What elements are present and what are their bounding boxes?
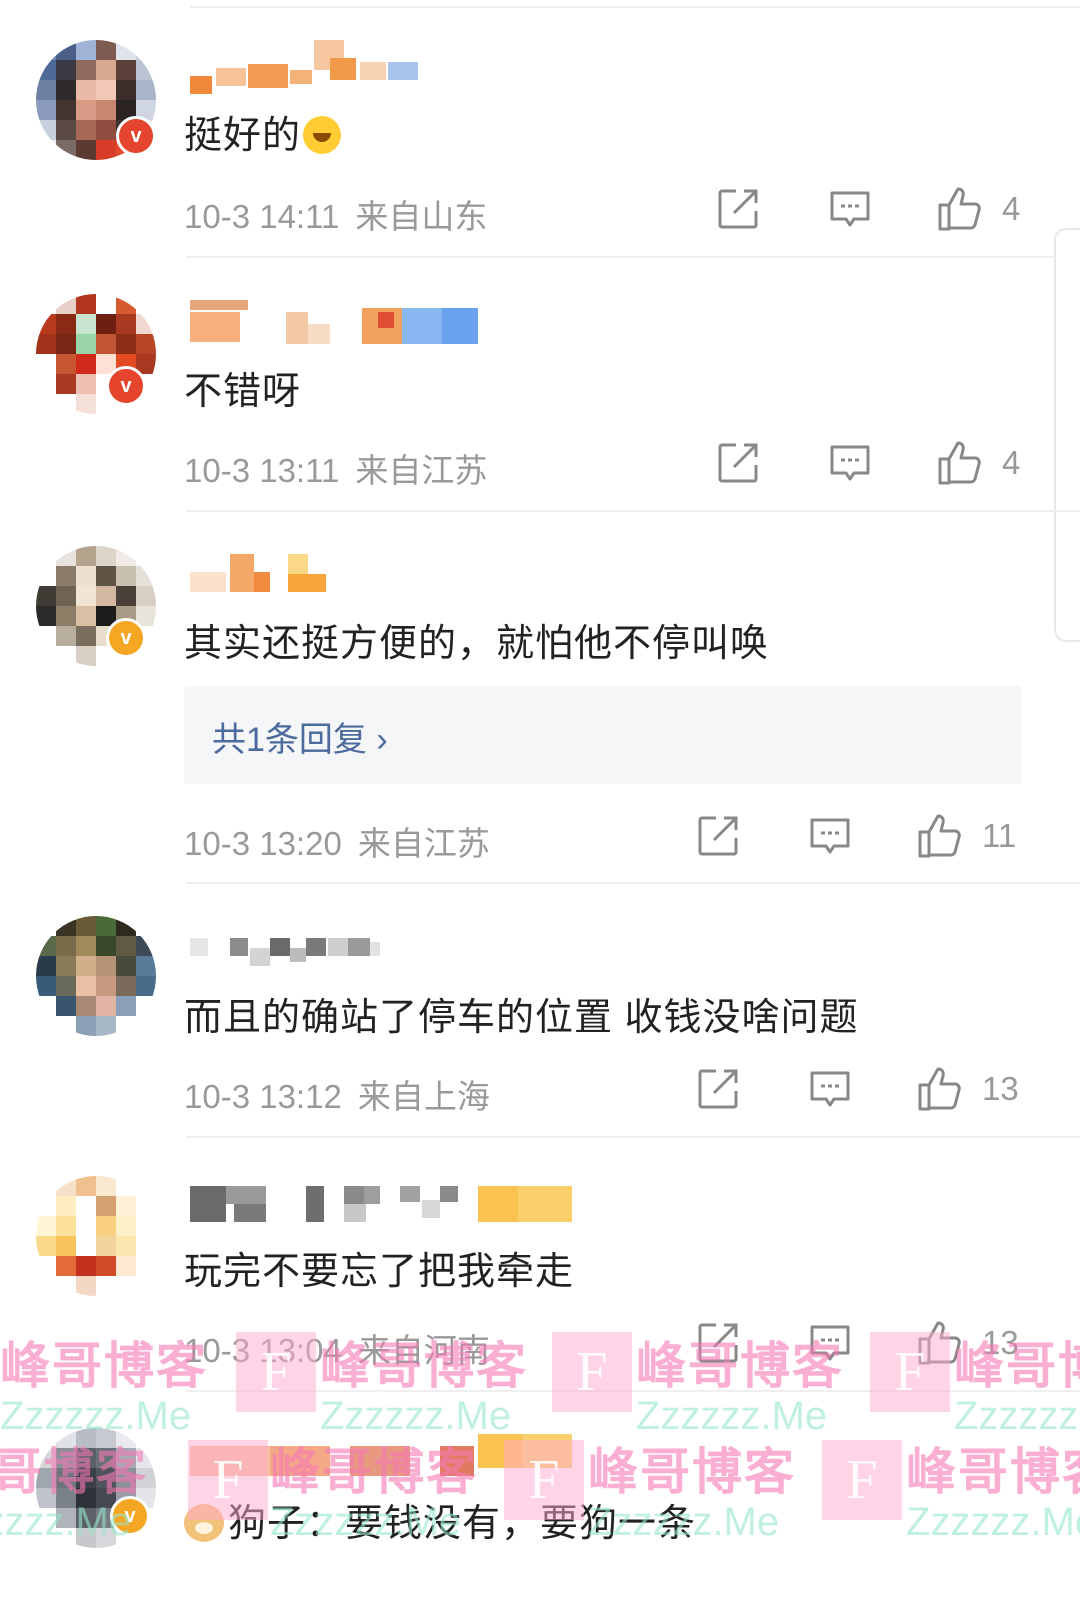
comment-icon[interactable] bbox=[828, 187, 872, 231]
comment-text: 其实还挺方便的，就怕他不停叫唤 bbox=[184, 623, 770, 665]
like-count: 4 bbox=[1002, 444, 1021, 481]
top-divider bbox=[190, 6, 1080, 8]
comment-icon[interactable] bbox=[808, 1067, 852, 1111]
comment-body: 狗子：要钱没有，要狗一条 bbox=[228, 1503, 697, 1545]
verified-badge-icon: v bbox=[106, 366, 146, 406]
username-pixelated[interactable] bbox=[190, 40, 430, 94]
divider bbox=[186, 510, 1080, 512]
comment-time: 10-3 13:12 bbox=[184, 1078, 342, 1115]
share-icon[interactable] bbox=[696, 1321, 740, 1365]
comment-feed: v 挺好的 10-3 14:11 来自山东 4 v 不错呀 10-3 13:11… bbox=[0, 0, 1080, 1602]
comment-meta: 10-3 13:12 来自上海 bbox=[184, 1070, 490, 1118]
thumbs-up-icon[interactable] bbox=[916, 1319, 964, 1365]
comment-meta: 10-3 13:11 来自江苏 bbox=[184, 444, 487, 492]
divider bbox=[186, 1390, 1080, 1392]
watermark-logo-icon: F bbox=[552, 1332, 632, 1412]
username-pixelated[interactable] bbox=[190, 930, 390, 974]
watermark-domain: Zzzzzz.Me bbox=[320, 1394, 512, 1438]
comment-text: 挺好的 bbox=[184, 104, 342, 159]
avatar[interactable] bbox=[36, 916, 156, 1036]
like-count: 13 bbox=[982, 1324, 1019, 1361]
like-count: 11 bbox=[982, 817, 1017, 854]
reply-summary-button[interactable]: 共1条回复 › bbox=[184, 686, 1022, 784]
watermark-text: 峰哥博客 bbox=[0, 1338, 208, 1394]
comment-meta: 10-3 13:04 来自河南 bbox=[184, 1324, 490, 1372]
watermark-text: 峰哥博客 bbox=[906, 1444, 1080, 1500]
comment-location: 来自上海 bbox=[357, 1078, 490, 1115]
username-pixelated[interactable] bbox=[190, 548, 330, 592]
like-count: 13 bbox=[982, 1070, 1019, 1107]
thumbs-up-icon[interactable] bbox=[916, 1065, 964, 1111]
comment-location: 来自河南 bbox=[357, 1332, 490, 1369]
reply-summary-label: 共1条回复 › bbox=[212, 721, 388, 759]
scrollbar[interactable] bbox=[1054, 228, 1080, 642]
comment-location: 来自山东 bbox=[355, 198, 488, 235]
comment-location: 来自江苏 bbox=[355, 452, 488, 489]
watermark-tile: 峰哥博客 Zzzzzz.Me bbox=[906, 1432, 1080, 1545]
comment-time: 10-3 13:04 bbox=[184, 1332, 342, 1369]
verified-badge-icon: v bbox=[110, 1496, 150, 1536]
watermark-domain: Zzzzzz.Me bbox=[954, 1394, 1080, 1438]
like-count: 4 bbox=[1002, 190, 1021, 227]
dog-emoji-icon bbox=[184, 1504, 224, 1542]
watermark-domain: Zzzzzz.Me bbox=[636, 1394, 828, 1438]
watermark-tile: 峰哥博客 Zzzzzz.Me bbox=[0, 1326, 208, 1439]
share-icon[interactable] bbox=[696, 1067, 740, 1111]
comment-meta: 10-3 13:20 来自江苏 bbox=[184, 817, 490, 865]
avatar[interactable] bbox=[36, 1176, 156, 1296]
thumbs-up-icon[interactable] bbox=[936, 185, 984, 231]
comment-body: 挺好的 bbox=[184, 115, 302, 157]
laugh-cry-emoji-icon bbox=[303, 116, 342, 154]
thumbs-up-icon[interactable] bbox=[936, 439, 984, 485]
comment-time: 10-3 14:11 bbox=[184, 198, 340, 235]
share-icon[interactable] bbox=[696, 814, 740, 858]
username-pixelated[interactable] bbox=[190, 300, 480, 344]
divider bbox=[186, 1136, 1080, 1138]
comment-icon[interactable] bbox=[808, 1321, 852, 1365]
comment-meta: 10-3 14:11 来自山东 bbox=[184, 190, 487, 238]
verified-badge-icon: v bbox=[106, 618, 146, 658]
share-icon[interactable] bbox=[716, 441, 760, 485]
username-pixelated[interactable] bbox=[190, 1434, 580, 1478]
comment-icon[interactable] bbox=[808, 814, 852, 858]
comment-icon[interactable] bbox=[828, 441, 872, 485]
comment-time: 10-3 13:11 bbox=[184, 452, 340, 489]
comment-text: 而且的确站了停车的位置 收钱没啥问题 bbox=[184, 997, 859, 1039]
watermark-domain: Zzzzzz.Me bbox=[906, 1500, 1080, 1544]
divider bbox=[186, 882, 1080, 884]
divider bbox=[186, 256, 1080, 258]
comment-text: 玩完不要忘了把我牵走 bbox=[184, 1251, 575, 1293]
comment-text: 不错呀 bbox=[184, 371, 302, 413]
thumbs-up-icon[interactable] bbox=[916, 812, 964, 858]
comment-text: 狗子：要钱没有，要狗一条 bbox=[184, 1492, 696, 1547]
comment-location: 来自江苏 bbox=[357, 825, 490, 862]
comment-time: 10-3 13:20 bbox=[184, 825, 342, 862]
watermark-logo-icon: F bbox=[822, 1440, 902, 1520]
username-pixelated[interactable] bbox=[190, 1182, 580, 1226]
share-icon[interactable] bbox=[716, 187, 760, 231]
verified-badge-icon: v bbox=[116, 116, 156, 156]
